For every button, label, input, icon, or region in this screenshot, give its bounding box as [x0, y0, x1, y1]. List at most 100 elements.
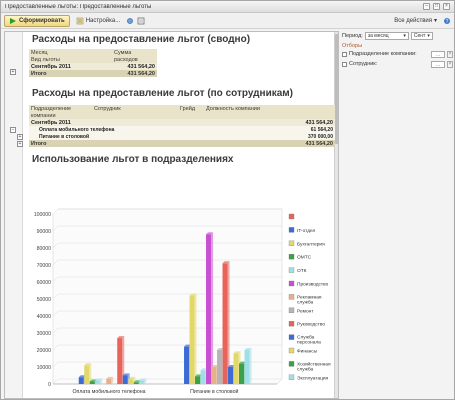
bar-side — [249, 348, 252, 384]
legend-label: Бухгалтерия — [297, 241, 325, 247]
summary-title: Расходы на предоставление льгот (сводно) — [32, 34, 251, 45]
table-row: Оплата мобильного телефона 61 564,20 — [29, 126, 335, 133]
generate-report-button[interactable]: Сформировать — [4, 14, 70, 27]
legend-label: Финансы — [297, 349, 318, 355]
bar — [233, 353, 239, 384]
department-filter-value[interactable]: ... — [431, 50, 445, 58]
close-icon[interactable]: × — [443, 3, 450, 10]
expand-toggle[interactable]: + — [17, 141, 23, 147]
bar — [200, 370, 206, 384]
row-label: Питание в столовой — [39, 133, 90, 140]
settings-button[interactable]: Настройка... — [73, 15, 124, 27]
total-row: Итого 431 564,20 — [29, 140, 335, 147]
clear-icon[interactable]: × — [447, 60, 453, 68]
variant-icon[interactable] — [126, 17, 134, 25]
expand-toggle[interactable]: + — [17, 134, 23, 140]
table-header-row: Месяц Сумма — [29, 49, 157, 56]
legend-label: служба — [297, 366, 314, 372]
x-category-label: Питание в столовой — [190, 388, 238, 395]
bar — [89, 381, 95, 384]
minimize-icon[interactable]: – — [423, 3, 430, 10]
row-value: 431 564,20 — [305, 140, 333, 147]
bar — [195, 376, 201, 384]
row-value: 431 564,20 — [127, 70, 155, 77]
legend-swatch — [288, 227, 295, 233]
chevron-down-icon: ▾ — [433, 18, 437, 24]
bar — [122, 375, 128, 384]
y-tick-label: 20000 — [37, 348, 52, 354]
legend-swatch — [288, 334, 295, 340]
legend-label: ОТК — [297, 268, 307, 274]
y-tick-label: 50000 — [37, 297, 52, 303]
table-header-row: компании — [29, 112, 335, 119]
employees-title: Расходы на предоставление льгот (по сотр… — [32, 88, 294, 99]
bar — [117, 338, 123, 384]
y-tick-label: 70000 — [37, 263, 52, 269]
employee-filter-checkbox[interactable] — [342, 61, 347, 67]
bar-side — [194, 293, 197, 384]
generate-report-label: Сформировать — [19, 17, 65, 24]
legend-swatch — [288, 280, 295, 287]
bar — [244, 350, 250, 384]
bar — [139, 380, 145, 384]
summary-table: Месяц Сумма Вид льготы расходов Сентябрь… — [29, 49, 157, 77]
table-row: Сентябрь 2011 431 564,20 — [29, 63, 157, 70]
period-label: Период: — [342, 33, 363, 39]
row-value: 370 000,00 — [307, 133, 333, 140]
bar — [217, 350, 223, 384]
legend-label: IT-отдел — [297, 228, 316, 234]
settings-panel: Период: за месяц ▾ Сент ▾ Отборы Подразд… — [342, 31, 453, 141]
run-icon — [10, 17, 16, 24]
benefits-chart: 0 10000 20000 30000 40000 50000 60000 70000 8000… — [34, 208, 331, 395]
table-row: Сентябрь 2011 431 564,20 — [29, 119, 335, 126]
bar — [95, 380, 101, 384]
collapse-toggle[interactable]: − — [10, 127, 16, 133]
column-header: расходов — [114, 56, 138, 63]
all-actions-menu[interactable]: Все действия ▾ — [391, 15, 440, 27]
employee-filter-value[interactable]: ... — [431, 60, 445, 68]
row-value: 431 564,20 — [127, 63, 155, 70]
period-month-value: Сент — [413, 33, 426, 39]
column-header: Сотрудник — [94, 105, 121, 112]
row-label: Сентябрь 2011 — [31, 119, 71, 126]
bar — [211, 367, 217, 384]
period-month-select[interactable]: Сент ▾ — [410, 32, 433, 40]
row-label: Итого — [31, 140, 47, 147]
print-preview-icon[interactable] — [137, 17, 145, 25]
column-header: компании — [31, 112, 56, 119]
column-header: Подразделение — [31, 105, 72, 112]
chevron-down-icon: ▾ — [403, 33, 406, 39]
period-row: Период: за месяц ▾ Сент ▾ — [342, 31, 453, 41]
scrollbar-thumb[interactable] — [335, 34, 338, 144]
column-header: Сумма — [114, 49, 132, 56]
total-row: Итого 431 564,20 — [29, 70, 157, 77]
table-row: Питание в столовой 370 000,00 — [29, 133, 335, 140]
period-select[interactable]: за месяц ▾ — [364, 32, 409, 40]
employee-filter-label: Сотрудник: — [349, 61, 378, 67]
settings-icon — [76, 17, 84, 24]
employees-table: Подразделение Сотрудник Грейд Должность … — [29, 105, 335, 147]
legend-label: ОМТС — [297, 255, 312, 261]
clear-icon[interactable]: × — [447, 50, 453, 58]
row-label: Сентябрь 2011 — [31, 63, 71, 70]
row-label: Оплата мобильного телефона — [39, 126, 115, 133]
bar — [133, 382, 139, 384]
maximize-icon[interactable]: □ — [433, 3, 440, 10]
column-header: Месяц — [31, 49, 48, 56]
department-filter-checkbox[interactable] — [342, 51, 347, 57]
y-tick-label: 60000 — [37, 280, 52, 286]
column-header: Должность компании — [206, 105, 260, 112]
table-header-row: Вид льготы расходов — [29, 56, 157, 63]
filter-row-employee: Сотрудник: ... × — [342, 59, 453, 69]
bar — [128, 378, 134, 384]
legend-label: служба — [297, 299, 314, 305]
expand-toggle[interactable]: + — [10, 69, 16, 75]
title-bar: Предоставленные льготы: Предоставленные … — [1, 1, 454, 13]
toolbar: Сформировать Настройка... Все действия ▾… — [1, 13, 454, 29]
help-icon[interactable]: ? — [443, 17, 451, 25]
window-controls: – □ × — [423, 3, 450, 10]
bar — [78, 377, 84, 384]
bar — [222, 263, 228, 384]
legend-swatch — [288, 294, 295, 300]
legend-label: Руководство — [297, 322, 325, 328]
